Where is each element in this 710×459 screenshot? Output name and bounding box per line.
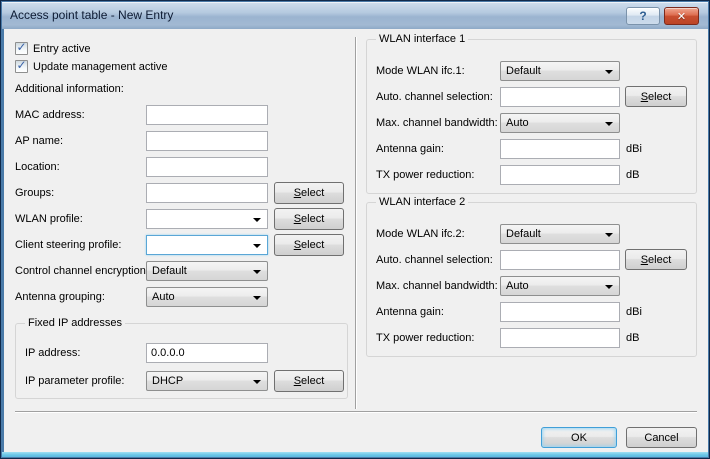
chevron-down-icon bbox=[253, 380, 261, 384]
wlan2-max-bandwidth-select[interactable]: Auto bbox=[500, 276, 620, 296]
help-button[interactable]: ? bbox=[626, 7, 660, 25]
wlan2-antenna-gain-unit: dBi bbox=[626, 302, 642, 322]
check-icon: ✓ bbox=[16, 60, 26, 71]
ip-address-input[interactable] bbox=[146, 343, 268, 363]
select-button-label: Select bbox=[294, 239, 325, 251]
select-button-label: Select bbox=[294, 187, 325, 199]
column-divider bbox=[355, 37, 357, 409]
wlan2-group-title: WLAN interface 2 bbox=[376, 195, 468, 209]
chevron-down-icon bbox=[253, 270, 261, 274]
update-management-checkbox[interactable]: ✓ bbox=[15, 60, 28, 73]
wlan1-group-title: WLAN interface 1 bbox=[376, 32, 468, 46]
entry-active-checkbox[interactable]: ✓ bbox=[15, 42, 28, 55]
location-label: Location: bbox=[15, 157, 60, 177]
chevron-down-icon bbox=[253, 244, 261, 248]
wlan1-antenna-gain-label: Antenna gain: bbox=[376, 139, 444, 159]
dialog-window: Access point table - New Entry ? ✕ ✓ Ent… bbox=[0, 0, 710, 459]
wlan2-mode-value: Default bbox=[506, 228, 541, 240]
entry-active-label: Entry active bbox=[33, 39, 90, 59]
groups-input[interactable] bbox=[146, 183, 268, 203]
wlan1-mode-value: Default bbox=[506, 65, 541, 77]
wlan1-mode-label: Mode WLAN ifc.1: bbox=[376, 61, 465, 81]
cancel-button[interactable]: Cancel bbox=[626, 427, 697, 448]
groups-select-button[interactable]: Select bbox=[274, 182, 344, 204]
wlan1-auto-channel-input[interactable] bbox=[500, 87, 620, 107]
wlan1-antenna-gain-unit: dBi bbox=[626, 139, 642, 159]
wlan1-max-bandwidth-label: Max. channel bandwidth: bbox=[376, 113, 498, 133]
wlan1-auto-channel-select-button[interactable]: Select bbox=[625, 86, 687, 107]
close-button[interactable]: ✕ bbox=[664, 7, 699, 25]
ip-parameter-profile-select-button[interactable]: Select bbox=[274, 370, 344, 392]
select-button-label: Select bbox=[294, 375, 325, 387]
wlan2-auto-channel-select-button[interactable]: Select bbox=[625, 249, 687, 270]
wlan1-tx-power-input[interactable] bbox=[500, 165, 620, 185]
ap-name-input[interactable] bbox=[146, 131, 268, 151]
window-bottom-accent bbox=[2, 452, 708, 457]
client-steering-profile-label: Client steering profile: bbox=[15, 235, 121, 255]
footer-divider bbox=[15, 411, 697, 413]
wlan-profile-label: WLAN profile: bbox=[15, 209, 83, 229]
ok-button-label: OK bbox=[571, 432, 587, 444]
mac-address-input[interactable] bbox=[146, 105, 268, 125]
chevron-down-icon bbox=[253, 296, 261, 300]
dialog-body: ✓ Entry active ✓ Update management activ… bbox=[4, 29, 708, 454]
chevron-down-icon bbox=[605, 233, 613, 237]
fixed-ip-group-title: Fixed IP addresses bbox=[25, 316, 125, 330]
wlan1-tx-power-unit: dB bbox=[626, 165, 639, 185]
antenna-grouping-select[interactable]: Auto bbox=[146, 287, 268, 307]
ap-name-label: AP name: bbox=[15, 131, 63, 151]
wlan1-tx-power-label: TX power reduction: bbox=[376, 165, 474, 185]
wlan1-auto-channel-label: Auto. channel selection: bbox=[376, 87, 493, 107]
ip-parameter-profile-value: DHCP bbox=[152, 375, 183, 387]
wlan2-auto-channel-label: Auto. channel selection: bbox=[376, 250, 493, 270]
wlan1-max-bandwidth-value: Auto bbox=[506, 117, 529, 129]
client-steering-select-button[interactable]: Select bbox=[274, 234, 344, 256]
antenna-grouping-label: Antenna grouping: bbox=[15, 287, 105, 307]
wlan-profile-select-button[interactable]: Select bbox=[274, 208, 344, 230]
cancel-button-label: Cancel bbox=[644, 432, 678, 444]
close-icon: ✕ bbox=[677, 10, 686, 23]
update-management-label: Update management active bbox=[33, 57, 168, 77]
control-channel-encryption-select[interactable]: Default bbox=[146, 261, 268, 281]
control-channel-encryption-value: Default bbox=[152, 265, 187, 277]
wlan1-antenna-gain-input[interactable] bbox=[500, 139, 620, 159]
ip-parameter-profile-label: IP parameter profile: bbox=[25, 371, 124, 391]
titlebar[interactable]: Access point table - New Entry ? ✕ bbox=[2, 2, 708, 29]
antenna-grouping-value: Auto bbox=[152, 291, 175, 303]
additional-information-label: Additional information: bbox=[15, 79, 124, 99]
select-button-label: Select bbox=[641, 91, 672, 103]
wlan2-auto-channel-input[interactable] bbox=[500, 250, 620, 270]
ip-address-label: IP address: bbox=[25, 343, 80, 363]
wlan1-max-bandwidth-select[interactable]: Auto bbox=[500, 113, 620, 133]
check-icon: ✓ bbox=[16, 42, 26, 53]
client-steering-profile-select[interactable] bbox=[146, 235, 268, 255]
wlan2-tx-power-unit: dB bbox=[626, 328, 639, 348]
select-button-label: Select bbox=[294, 213, 325, 225]
location-input[interactable] bbox=[146, 157, 268, 177]
chevron-down-icon bbox=[605, 285, 613, 289]
chevron-down-icon bbox=[253, 218, 261, 222]
wlan2-max-bandwidth-value: Auto bbox=[506, 280, 529, 292]
select-button-label: Select bbox=[641, 254, 672, 266]
ip-parameter-profile-select[interactable]: DHCP bbox=[146, 371, 268, 391]
groups-label: Groups: bbox=[15, 183, 54, 203]
wlan2-antenna-gain-input[interactable] bbox=[500, 302, 620, 322]
wlan2-tx-power-input[interactable] bbox=[500, 328, 620, 348]
wlan2-mode-label: Mode WLAN ifc.2: bbox=[376, 224, 465, 244]
wlan-profile-select[interactable] bbox=[146, 209, 268, 229]
wlan2-tx-power-label: TX power reduction: bbox=[376, 328, 474, 348]
wlan2-antenna-gain-label: Antenna gain: bbox=[376, 302, 444, 322]
wlan2-max-bandwidth-label: Max. channel bandwidth: bbox=[376, 276, 498, 296]
dialog-title: Access point table - New Entry bbox=[10, 2, 173, 29]
ok-button[interactable]: OK bbox=[541, 427, 617, 448]
mac-address-label: MAC address: bbox=[15, 105, 85, 125]
chevron-down-icon bbox=[605, 70, 613, 74]
chevron-down-icon bbox=[605, 122, 613, 126]
wlan1-mode-select[interactable]: Default bbox=[500, 61, 620, 81]
wlan2-mode-select[interactable]: Default bbox=[500, 224, 620, 244]
help-icon: ? bbox=[639, 9, 646, 23]
control-channel-encryption-label: Control channel encryption: bbox=[15, 261, 149, 281]
